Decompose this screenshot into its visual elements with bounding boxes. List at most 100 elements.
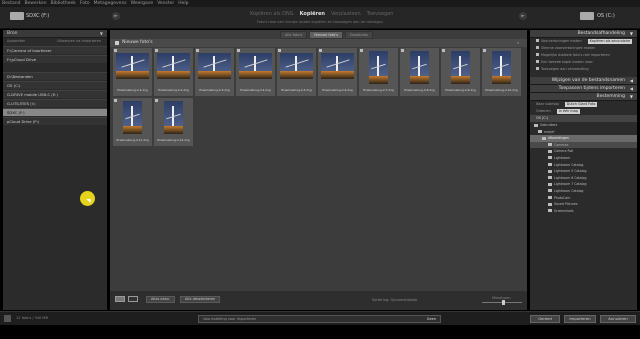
- photo-checkbox[interactable]: [442, 49, 445, 52]
- mode-option[interactable]: Kopiëren als DNG: [250, 11, 294, 17]
- source-volume[interactable]: G-UTILITIES (I:): [3, 99, 107, 107]
- slider-knob[interactable]: [502, 300, 505, 305]
- photo-thumbnail[interactable]: Erasmusbrug-2-2.dng: [154, 48, 193, 96]
- option-field[interactable]: Dutch Giant Foto: [564, 102, 598, 107]
- menu-item[interactable]: Bestand: [2, 1, 20, 6]
- grid-view-icon[interactable]: [115, 296, 125, 302]
- sort-menu-icon[interactable]: ▾: [517, 41, 519, 45]
- uncheck-all-button[interactable]: Alle deselecteren: [180, 296, 221, 303]
- import-button[interactable]: Importeren: [564, 315, 596, 323]
- thumbnail-size-slider[interactable]: [482, 300, 522, 305]
- photo-thumbnail[interactable]: Erasmusbrug-2-8.dng: [400, 48, 439, 96]
- photo-thumbnail[interactable]: Erasmusbrug-2-10.dng: [482, 48, 521, 96]
- source-label[interactable]: SDXC (F:): [26, 13, 49, 19]
- done-button[interactable]: Gereed: [530, 315, 560, 323]
- handling-option[interactable]: Een tweede kopie maken naar:: [530, 59, 637, 66]
- mode-option[interactable]: Kopiëren: [300, 11, 325, 17]
- photo-thumbnail[interactable]: Erasmusbrug-2-6.dng: [318, 48, 357, 96]
- photo-checkbox[interactable]: [155, 49, 158, 52]
- import-preset-field[interactable]: Voorinstelling voor importeren Geen: [198, 315, 441, 323]
- source-volume[interactable]: OS (C:): [3, 81, 107, 89]
- menu-item[interactable]: Bibliotheek: [51, 1, 76, 6]
- source-volume[interactable]: pCloud Drive (P:): [3, 117, 107, 125]
- file-renaming-header[interactable]: Wijzigen van de bestandsnamen ◀: [530, 77, 637, 85]
- check-all-button[interactable]: Alles aanv.: [146, 296, 175, 303]
- option-field[interactable]: In één map: [556, 109, 580, 114]
- file-handling-header[interactable]: Bestandsafhandeling ▼: [530, 30, 637, 38]
- photo-thumbnail[interactable]: Erasmusbrug-2-12.dng: [154, 98, 193, 146]
- option-checkbox[interactable]: [536, 60, 539, 63]
- option-field[interactable]: Kopiëren als secundaire: [587, 39, 633, 44]
- folder-tree-item[interactable]: Cameraa: [530, 141, 637, 149]
- folder-tree-item[interactable]: Lightroom 5 Catalog: [530, 168, 637, 175]
- handling-option[interactable]: Toevoegen aan verzameling: [530, 66, 637, 73]
- photo-checkbox[interactable]: [155, 99, 158, 102]
- destination-drive-icon[interactable]: [580, 12, 594, 20]
- menu-item[interactable]: Foto: [80, 1, 90, 6]
- folder-tree-item[interactable]: Lightroom: [530, 155, 637, 162]
- photo-checkbox[interactable]: [360, 49, 363, 52]
- folder-tree-item[interactable]: Camera Roll: [530, 148, 637, 155]
- source-volume[interactable]: [3, 64, 107, 71]
- mode-option[interactable]: Toevoegen: [367, 11, 394, 17]
- option-checkbox[interactable]: [536, 46, 539, 49]
- photo-checkbox[interactable]: [237, 49, 240, 52]
- collapse-icon[interactable]: ▼: [630, 93, 633, 101]
- expand-icon[interactable]: ◀: [630, 85, 633, 93]
- collapse-icon[interactable]: ▼: [630, 30, 633, 38]
- mode-option[interactable]: Verplaatsen: [331, 11, 361, 17]
- select-all-checkbox[interactable]: [115, 41, 119, 45]
- apply-during-import-header[interactable]: Toepassen tijdens importeren ◀: [530, 85, 637, 93]
- handling-option[interactable]: Voorvertoningen maken Kopiëren als secund…: [530, 38, 637, 45]
- source-panel-header[interactable]: Bron ▼: [3, 30, 107, 38]
- folder-tree-item[interactable]: Lightroom Catalog: [530, 188, 637, 195]
- filter-tab[interactable]: Doublures: [345, 31, 373, 39]
- source-volume[interactable]: F:\pCloud Drive: [3, 55, 107, 63]
- photo-checkbox[interactable]: [483, 49, 486, 52]
- menu-item[interactable]: Venster: [157, 1, 174, 6]
- source-volume[interactable]: SDXC (F:): [3, 108, 107, 116]
- folder-tree-item[interactable]: Afbeeldingen: [530, 135, 637, 142]
- folder-tree-item[interactable]: Lightroom Catalog: [530, 162, 637, 169]
- folder-tree-item[interactable]: Gebruikers: [530, 122, 637, 129]
- menu-item[interactable]: Bewerken: [24, 1, 46, 6]
- folder-tree-item[interactable]: PhotoCam: [530, 195, 637, 202]
- source-volume[interactable]: G-DRIVE mobile USB-C (E:): [3, 90, 107, 98]
- gear-icon[interactable]: [4, 315, 11, 322]
- photo-thumbnail[interactable]: Erasmusbrug-2-11.dng: [113, 98, 152, 146]
- collapse-icon[interactable]: ▼: [100, 30, 103, 38]
- photo-checkbox[interactable]: [401, 49, 404, 52]
- source-volume[interactable]: F:\Camera of kaartlezer: [3, 46, 107, 54]
- handling-option[interactable]: Mogelijke dubbele foto's niet importeren: [530, 52, 637, 59]
- photo-thumbnail[interactable]: Erasmusbrug-2-7.dng: [359, 48, 398, 96]
- destination-option[interactable]: Ordenen In één map: [530, 108, 637, 115]
- folder-tree-item[interactable]: Lightroom 6 Catalog: [530, 175, 637, 182]
- filter-tab[interactable]: Nieuwe foto's: [309, 31, 344, 39]
- folder-tree-item[interactable]: marjef: [530, 129, 637, 136]
- photo-checkbox[interactable]: [114, 99, 117, 102]
- filter-tab[interactable]: Alle foto's: [280, 31, 308, 39]
- source-card-icon[interactable]: [10, 12, 24, 20]
- photo-thumbnail[interactable]: Erasmusbrug-2-5.dng: [277, 48, 316, 96]
- destination-option[interactable]: Naar submap Dutch Giant Foto: [530, 101, 637, 108]
- photo-checkbox[interactable]: [278, 49, 281, 52]
- destination-header[interactable]: Bestemming ▼: [530, 93, 637, 101]
- cancel-button[interactable]: Annuleren: [600, 315, 636, 323]
- photo-thumbnail[interactable]: Erasmusbrug-2-4.dng: [236, 48, 275, 96]
- source-volume[interactable]: D:\Bestanden: [3, 72, 107, 80]
- menu-item[interactable]: Metagegevens: [94, 1, 127, 6]
- photo-checkbox[interactable]: [114, 49, 117, 52]
- destination-volume[interactable]: OS (C:): [530, 115, 637, 122]
- handling-option[interactable]: Slimme voorvertoningen maken: [530, 45, 637, 52]
- photo-thumbnail[interactable]: Erasmusbrug-2-9.dng: [441, 48, 480, 96]
- photo-checkbox[interactable]: [319, 49, 322, 52]
- option-checkbox[interactable]: [536, 39, 539, 42]
- destination-label[interactable]: OS (C:): [597, 13, 615, 19]
- folder-tree-item[interactable]: Screenshots: [530, 208, 637, 215]
- photo-thumbnail[interactable]: Erasmusbrug-2-1.dng: [113, 48, 152, 96]
- menu-item[interactable]: Help: [178, 1, 188, 6]
- photo-thumbnail[interactable]: Erasmusbrug-2-3.dng: [195, 48, 234, 96]
- menu-item[interactable]: Weergave: [131, 1, 154, 6]
- expand-icon[interactable]: ◀: [630, 77, 633, 85]
- eject-after-import-option[interactable]: Uitwerpen na importeren: [57, 38, 101, 45]
